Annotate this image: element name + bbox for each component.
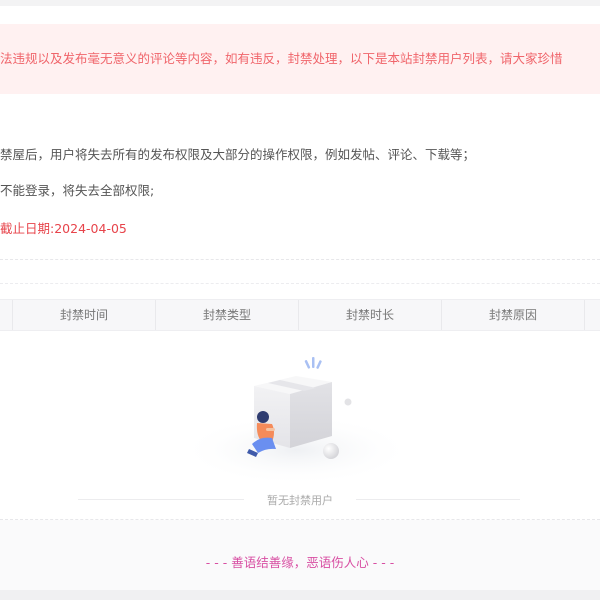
table-header-cell-extra — [584, 300, 600, 330]
table-header-cell-empty — [0, 300, 12, 330]
empty-divider-right — [356, 499, 520, 500]
empty-state-illustration — [178, 357, 414, 482]
table-header-ban-duration: 封禁时长 — [298, 300, 441, 330]
divider — [0, 259, 600, 260]
deadline-label: 截止日期: — [0, 221, 55, 236]
ball-icon — [323, 443, 339, 459]
page-bottom-strip — [0, 590, 600, 600]
table-header-ban-reason: 封禁原因 — [441, 300, 584, 330]
small-ball-icon — [344, 398, 352, 406]
ban-rule-line-2: 不能登录，将失去全部权限; — [0, 183, 155, 198]
table-header-ban-time: 封禁时间 — [12, 300, 155, 330]
deadline-date: 2024-04-05 — [54, 221, 127, 236]
ban-deadline: 截止日期:2024-04-05 — [0, 218, 127, 237]
ban-rule-line-1: 禁屋后，用户将失去所有的发布权限及大部分的操作权限，例如发帖、评论、下载等； — [0, 147, 476, 162]
ban-notice-banner: 法违规以及发布毫无意义的评论等内容，如有违反，封禁处理，以下是本站封禁用户列表，… — [0, 24, 600, 94]
ban-notice-text: 法违规以及发布毫无意义的评论等内容，如有违反，封禁处理，以下是本站封禁用户列表，… — [0, 51, 563, 66]
empty-state-text: 暂无封禁用户 — [267, 494, 333, 507]
sparkle-icon — [304, 357, 322, 369]
table-header-ban-type: 封禁类型 — [155, 300, 298, 330]
empty-state: 暂无封禁用户 — [0, 332, 600, 518]
banned-users-table-header: 封禁时间 封禁类型 封禁时长 封禁原因 — [0, 299, 600, 331]
footer-slogan: - - - 善语结善缘，恶语伤人心 - - - — [205, 555, 395, 570]
divider — [0, 283, 600, 284]
